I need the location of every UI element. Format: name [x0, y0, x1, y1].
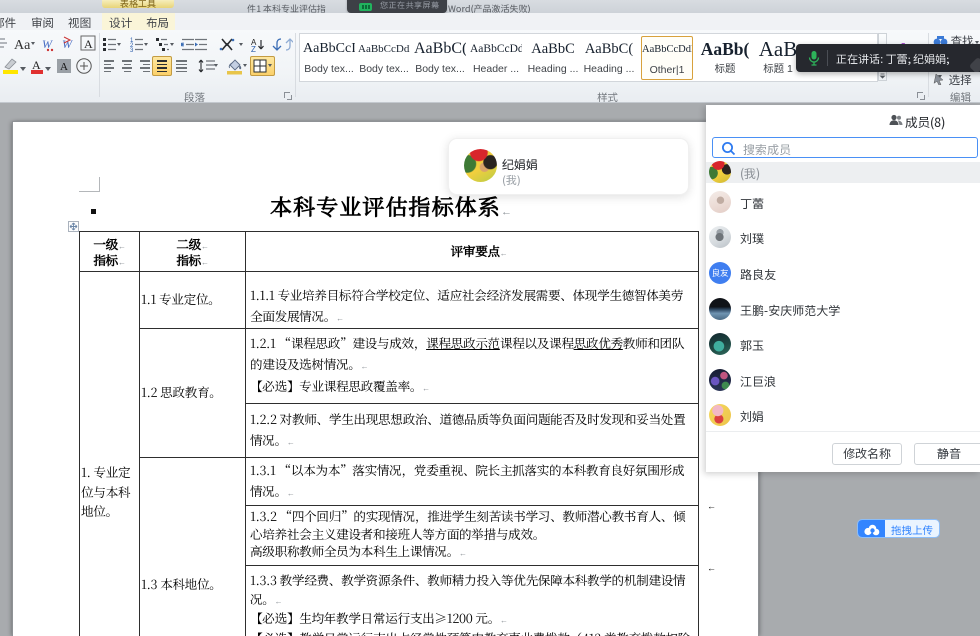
svg-text:A: A — [84, 37, 93, 51]
svg-text:Z: Z — [251, 45, 256, 52]
svg-text:3: 3 — [130, 48, 134, 52]
svg-text:A: A — [60, 61, 68, 73]
svg-text:W: W — [42, 37, 53, 51]
svg-text:A: A — [32, 58, 41, 72]
svg-text:Aa: Aa — [14, 38, 31, 52]
